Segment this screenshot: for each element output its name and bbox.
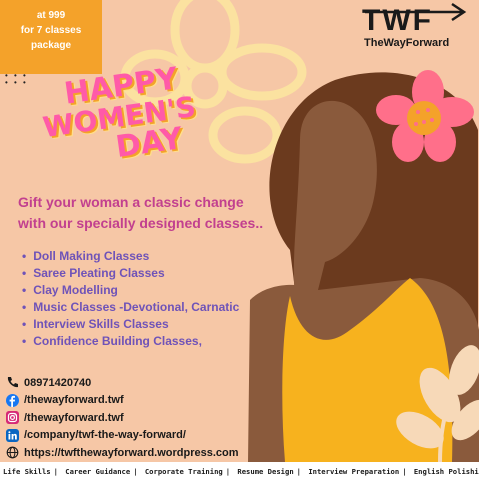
website-row[interactable]: https://twfthewayforward.wordpress.com [6,444,239,462]
linkedin-row[interactable]: /company/twf-the-way-forward/ [6,427,239,445]
logo-mark: TWF [362,4,433,37]
linkedin-handle: /company/twf-the-way-forward/ [24,429,186,442]
price-badge: at 999 for 7 classes package [0,0,102,74]
list-item: Doll Making Classes [22,248,239,265]
instagram-icon [6,411,19,425]
instagram-row[interactable]: /thewayforward.twf [6,409,239,427]
website-url: https://twfthewayforward.wordpress.com [24,446,239,459]
list-item: Clay Modelling [22,282,239,299]
tagline-line-2: with our specially designed classes.. [18,215,264,231]
footer-item: Life Skills [3,467,51,476]
linkedin-icon [6,428,19,442]
list-item: Saree Pleating Classes [22,265,239,282]
footer-item: English Polishing [413,467,479,476]
contact-block: 08971420740 /thewayforward.twf /thewayfo… [6,374,239,462]
tagline-line-1: Gift your woman a classic change [18,194,244,210]
badge-line-2: for 7 classes [20,25,82,36]
tagline: Gift your woman a classic change with ou… [18,192,318,234]
list-item: Music Classes -Devotional, Carnatic [22,299,239,316]
facebook-handle: /thewayforward.twf [24,394,124,407]
poster: at 999 for 7 classes package • • • • • • … [0,0,479,481]
logo-name: TheWayForward [364,37,450,49]
class-list: Doll Making Classes Saree Pleating Class… [22,248,239,350]
instagram-handle: /thewayforward.twf [24,411,124,424]
footer-item: Resume Design [237,467,294,476]
footer-item: Career Guidance [65,467,131,476]
facebook-row[interactable]: /thewayforward.twf [6,392,239,410]
phone-row[interactable]: 08971420740 [6,374,239,392]
facebook-icon [6,393,19,407]
footer-item: Interview Preparation [308,467,400,476]
badge-line-1: at 999 [36,10,66,21]
phone-number: 08971420740 [24,376,92,389]
footer-services: Life Skills | Career Guidance | Corporate … [0,462,479,481]
phone-icon [6,376,19,389]
globe-icon [6,446,19,459]
footer-item: Corporate Training [144,467,223,476]
dots-decoration: • • • • • • [5,71,28,87]
badge-line-3: package [30,40,72,51]
list-item: Interview Skills Classes [22,316,239,333]
list-item: Confidence Building Classes, [22,333,239,350]
